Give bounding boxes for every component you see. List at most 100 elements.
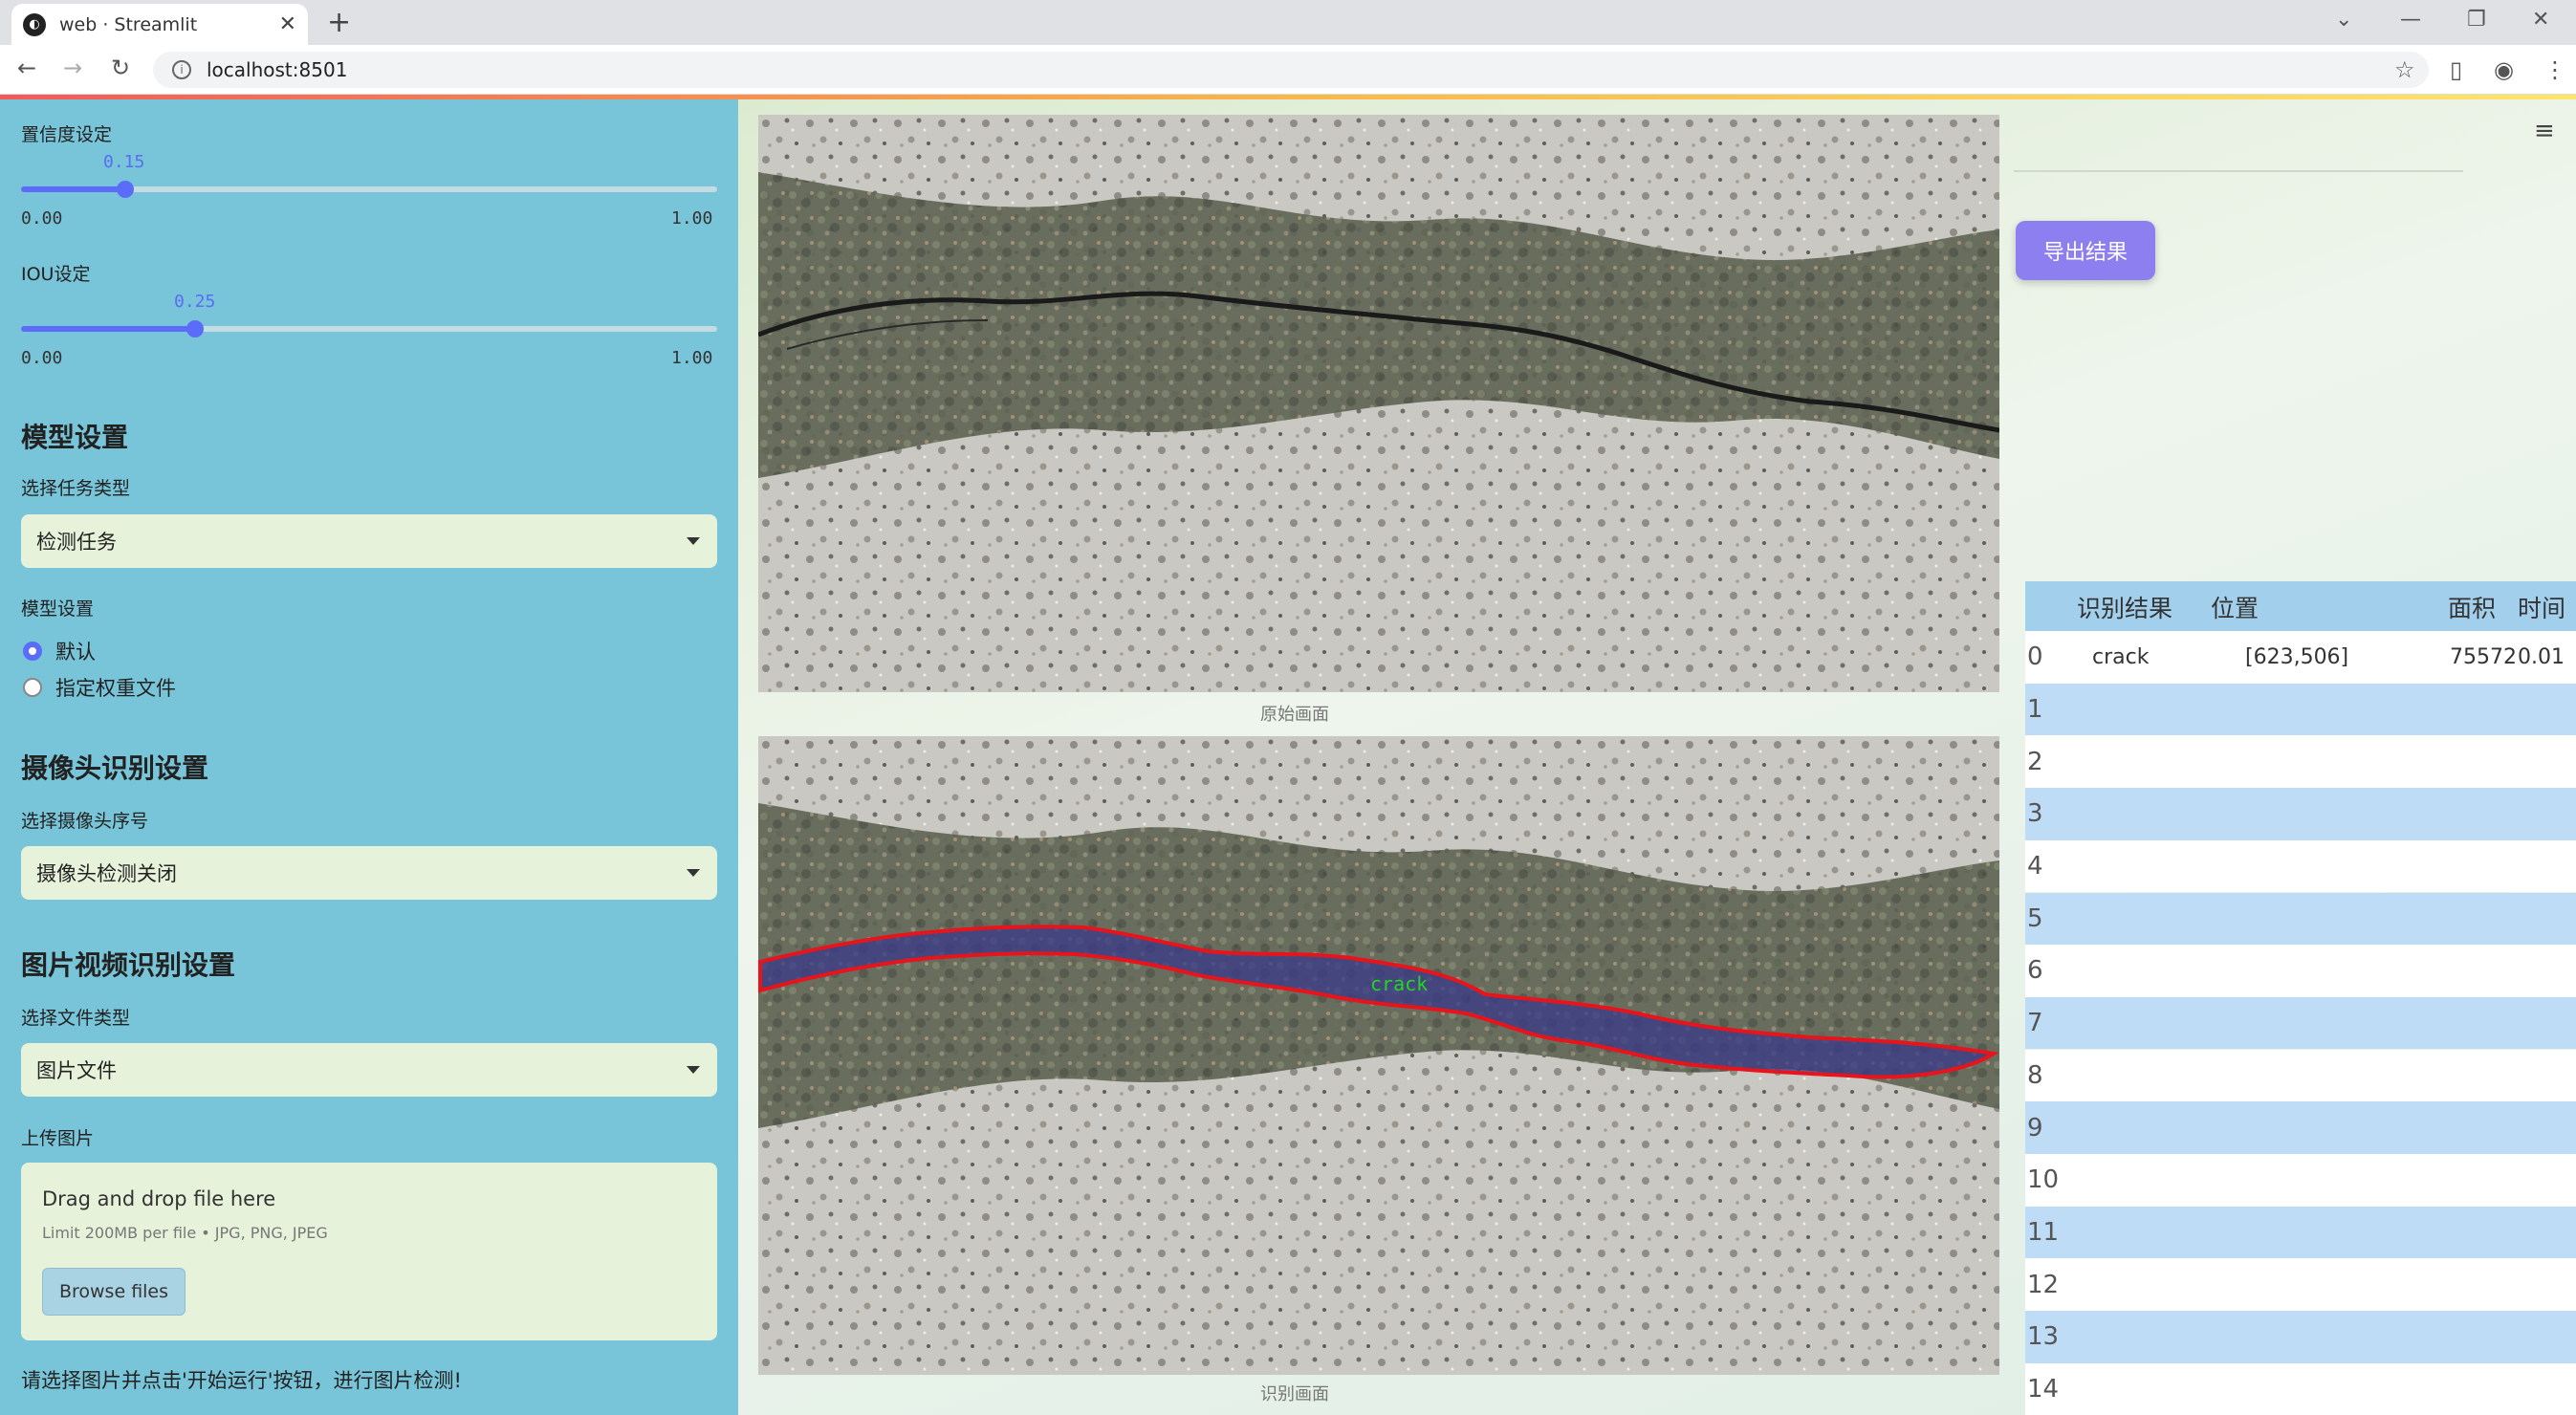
table-row[interactable]: 5 (2025, 892, 2576, 945)
iou-label: IOU设定 (21, 264, 91, 285)
header-area[interactable]: 面积 (2448, 581, 2496, 634)
browse-files-button[interactable]: Browse files (42, 1268, 186, 1316)
confidence-label: 置信度设定 (21, 124, 113, 145)
confidence-value: 0.15 (103, 152, 145, 172)
row-index: 7 (2027, 1009, 2043, 1038)
row-index: 1 (2027, 694, 2043, 724)
star-icon[interactable]: ☆ (2394, 56, 2415, 83)
file-type-value: 图片文件 (36, 1059, 117, 1082)
result-caption: 识别画面 (1260, 1384, 1329, 1404)
camera-index-value: 摄像头检测关闭 (36, 862, 177, 885)
radio-custom-weights[interactable]: 指定权重文件 (23, 673, 176, 702)
radio-checked-icon (23, 642, 42, 661)
url-text[interactable]: localhost:8501 (207, 58, 347, 81)
table-row[interactable]: 1 (2025, 683, 2576, 736)
file-settings-header: 图片视频识别设置 (21, 949, 236, 981)
result-image: crack (758, 736, 1999, 1375)
radio-default[interactable]: 默认 (23, 637, 96, 665)
export-results-button[interactable]: 导出结果 (2016, 221, 2155, 280)
reload-icon[interactable]: ↻ (111, 54, 130, 81)
header-result[interactable]: 识别结果 (2077, 581, 2172, 634)
chevron-down-icon (687, 1066, 700, 1074)
chevron-down-icon (687, 869, 700, 877)
table-row[interactable]: 14 (2025, 1362, 2576, 1415)
confidence-slider-thumb[interactable] (117, 181, 135, 198)
chevron-down-icon (687, 537, 700, 545)
file-dropzone[interactable]: Drag and drop file here Limit 200MB per … (21, 1163, 717, 1340)
table-row[interactable]: 10 (2025, 1154, 2576, 1207)
table-row[interactable]: 4 (2025, 839, 2576, 893)
confidence-min: 0.00 (21, 208, 63, 229)
original-caption: 原始画面 (1260, 705, 1329, 725)
table-row[interactable]: 7 (2025, 996, 2576, 1050)
row-index: 8 (2027, 1060, 2043, 1090)
row-index: 11 (2027, 1217, 2060, 1247)
row-index: 9 (2027, 1113, 2043, 1143)
upload-label: 上传图片 (21, 1128, 95, 1149)
tab-title: web · Streamlit (59, 13, 198, 35)
cell-result: crack (2092, 644, 2150, 669)
hint-text: 请选择图片并点击'开始运行'按钮，进行图片检测! (21, 1369, 462, 1392)
row-index: 4 (2027, 852, 2043, 882)
row-index: 6 (2027, 956, 2043, 986)
camera-index-label: 选择摄像头序号 (21, 811, 149, 832)
table-row[interactable]: 6 (2025, 945, 2576, 997)
file-type-select[interactable]: 图片文件 (21, 1043, 717, 1097)
address-bar: ← → ↻ i localhost:8501 ☆ ▯ ◉ ⋮ (0, 45, 2576, 95)
menu-icon[interactable]: ⋮ (2543, 56, 2566, 83)
task-type-select[interactable]: 检测任务 (21, 514, 717, 568)
tab-search-icon[interactable]: ⌄ (2335, 8, 2352, 32)
table-row[interactable]: 0 crack [623,506] 75572 0.01 (2025, 631, 2576, 684)
profile-icon[interactable]: ◉ (2494, 56, 2514, 83)
iou-slider[interactable] (21, 320, 717, 337)
header-time[interactable]: 时间 (2518, 581, 2565, 634)
restore-icon[interactable]: ❐ (2467, 8, 2486, 32)
radio-unchecked-icon (23, 678, 42, 697)
sidebar: 置信度设定 0.15 0.00 1.00 IOU设定 0.25 0.00 1.0… (0, 99, 738, 1415)
omnibox[interactable]: i localhost:8501 (153, 52, 2429, 88)
new-tab-icon[interactable]: + (327, 6, 351, 39)
cell-position: [623,506] (2245, 644, 2349, 669)
table-row[interactable]: 11 (2025, 1206, 2576, 1259)
iou-min: 0.00 (21, 348, 63, 368)
table-header: 识别结果 位置 面积 时间 (2025, 581, 2576, 634)
minimize-icon[interactable]: — (2400, 8, 2421, 32)
browser-tab[interactable]: ◐ web · Streamlit ✕ (11, 4, 308, 45)
dropzone-limit: Limit 200MB per file • JPG, PNG, JPEG (42, 1224, 328, 1242)
iou-slider-thumb[interactable] (186, 320, 204, 337)
table-row[interactable]: 12 (2025, 1258, 2576, 1311)
table-row[interactable]: 13 (2025, 1311, 2576, 1363)
detection-label: crack (1370, 972, 1428, 995)
original-image (758, 115, 1999, 692)
row-index: 0 (2027, 642, 2043, 672)
row-index: 2 (2027, 747, 2043, 776)
divider (2014, 170, 2463, 172)
iou-value: 0.25 (174, 292, 216, 312)
back-icon[interactable]: ← (17, 54, 36, 81)
camera-index-select[interactable]: 摄像头检测关闭 (21, 846, 717, 900)
header-position[interactable]: 位置 (2211, 581, 2259, 634)
model-settings-header: 模型设置 (21, 422, 129, 453)
close-tab-icon[interactable]: ✕ (279, 12, 296, 36)
table-row[interactable]: 2 (2025, 735, 2576, 788)
hamburger-icon[interactable]: ≡ (2534, 117, 2555, 145)
model-label: 模型设置 (21, 599, 95, 620)
close-window-icon[interactable]: ✕ (2532, 8, 2549, 32)
iou-max: 1.00 (671, 348, 713, 368)
info-icon[interactable]: i (172, 60, 191, 79)
camera-settings-header: 摄像头识别设置 (21, 752, 209, 784)
row-index: 3 (2027, 799, 2043, 829)
row-index: 5 (2027, 903, 2043, 933)
table-row[interactable]: 3 (2025, 788, 2576, 840)
table-row[interactable]: 8 (2025, 1049, 2576, 1102)
radio-default-label: 默认 (55, 641, 96, 664)
sidepanel-icon[interactable]: ▯ (2450, 56, 2462, 83)
dropzone-instructions: Drag and drop file here (42, 1187, 276, 1210)
task-type-label: 选择任务类型 (21, 478, 131, 499)
confidence-max: 1.00 (671, 208, 713, 229)
confidence-slider[interactable] (21, 181, 717, 198)
forward-icon[interactable]: → (63, 54, 82, 81)
row-index: 14 (2027, 1375, 2060, 1404)
row-index: 12 (2027, 1270, 2060, 1299)
table-row[interactable]: 9 (2025, 1101, 2576, 1154)
